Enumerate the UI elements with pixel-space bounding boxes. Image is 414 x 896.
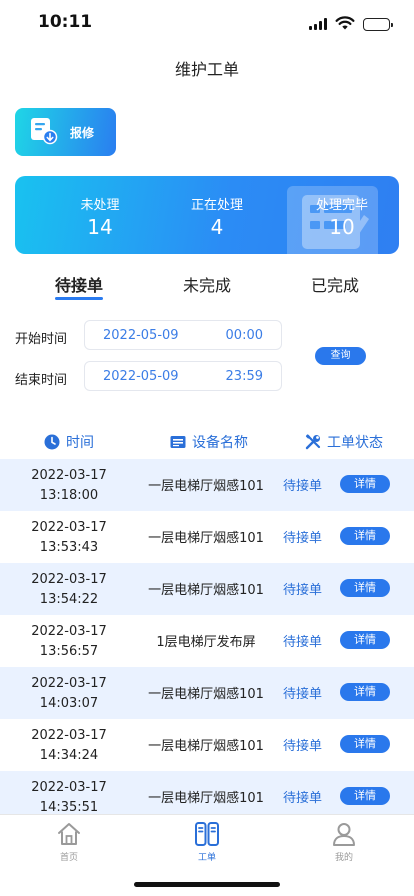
tabbar-label: 工单 — [197, 853, 216, 863]
detail-button[interactable]: 详情 — [340, 787, 390, 805]
stat-label: 处理完毕 — [315, 198, 368, 213]
detail-button[interactable]: 详情 — [340, 735, 390, 753]
stat-value: 4 — [210, 215, 224, 239]
home-icon — [58, 823, 80, 845]
end-date-value: 2022-05-09 — [103, 369, 179, 384]
row-status: 待接单 — [283, 687, 323, 702]
column-header-label: 设备名称 — [192, 435, 248, 451]
table-row: 2022-03-17 14:34:24 一层电梯厅烟感101 待接单 详情 — [0, 719, 414, 771]
tab-incomplete[interactable]: 未完成 — [183, 272, 231, 296]
repair-form-icon — [28, 115, 58, 149]
detail-button[interactable]: 详情 — [340, 527, 390, 545]
row-device-name: 一层电梯厅烟感101 — [148, 687, 264, 702]
page-title: 维护工单 — [174, 60, 239, 79]
row-datetime: 2022-03-17 14:34:24 — [31, 728, 107, 763]
tabbar-item-work-order[interactable]: 工单 — [177, 821, 237, 863]
start-datetime-picker[interactable]: 2022-05-09 00:00 — [84, 320, 282, 350]
column-header-time: 时间 — [44, 432, 94, 452]
table-row: 2022-03-17 13:53:43 一层电梯厅烟感101 待接单 详情 — [0, 511, 414, 563]
row-status: 待接单 — [283, 635, 323, 650]
signal-icon — [309, 15, 327, 34]
end-datetime-picker[interactable]: 2022-05-09 23:59 — [84, 361, 282, 391]
stat-completed[interactable]: 处理完毕 10 — [282, 194, 399, 239]
row-device-name: 1层电梯厅发布屏 — [156, 635, 256, 650]
stat-unprocessed[interactable]: 未处理 14 — [40, 194, 160, 239]
profile-icon — [333, 823, 355, 846]
detail-button[interactable]: 详情 — [340, 631, 390, 649]
active-tab-indicator — [55, 297, 103, 300]
column-header-device: 设备名称 — [170, 432, 248, 452]
status-icons — [309, 15, 393, 34]
tab-completed[interactable]: 已完成 — [311, 272, 359, 296]
device-list-icon — [170, 436, 186, 448]
column-header-label: 时间 — [66, 435, 94, 451]
table-header: 时间 设备名称 工单状态 — [0, 430, 414, 454]
table-row: 2022-03-17 13:54:22 一层电梯厅烟感101 待接单 详情 — [0, 563, 414, 615]
stat-label: 未处理 — [80, 198, 120, 213]
end-time-label: 结束时间 — [15, 373, 68, 388]
clock-icon — [44, 434, 60, 450]
detail-button[interactable]: 详情 — [340, 475, 390, 493]
row-datetime: 2022-03-17 14:03:07 — [31, 676, 107, 711]
row-status: 待接单 — [283, 583, 323, 598]
row-datetime: 2022-03-17 13:56:57 — [31, 624, 107, 659]
query-button[interactable]: 查询 — [315, 347, 366, 365]
row-status: 待接单 — [283, 791, 323, 806]
wifi-icon — [335, 15, 355, 34]
tabbar-label: 首页 — [59, 853, 78, 863]
row-datetime: 2022-03-17 13:18:00 — [31, 468, 107, 503]
end-time-value: 23:59 — [225, 369, 263, 384]
status-bar: 10:11 — [0, 0, 414, 46]
column-header-label: 工单状态 — [327, 435, 383, 451]
tabbar-item-home[interactable]: 首页 — [39, 821, 99, 863]
start-date-value: 2022-05-09 — [103, 328, 179, 343]
table-row: 2022-03-17 13:18:00 一层电梯厅烟感101 待接单 详情 — [0, 459, 414, 511]
home-indicator — [134, 882, 280, 887]
stats-card: 未处理 14 正在处理 4 处理完毕 10 — [15, 176, 399, 254]
stat-value: 14 — [87, 215, 113, 239]
row-datetime: 2022-03-17 13:53:43 — [31, 520, 107, 555]
row-device-name: 一层电梯厅烟感101 — [148, 739, 264, 754]
row-status: 待接单 — [283, 479, 323, 494]
row-datetime: 2022-03-17 13:54:22 — [31, 572, 107, 607]
work-order-icon — [195, 822, 219, 846]
row-device-name: 一层电梯厅烟感101 — [148, 791, 264, 806]
stat-value: 10 — [329, 215, 355, 239]
start-time-value: 00:00 — [225, 328, 263, 343]
row-device-name: 一层电梯厅烟感101 — [148, 583, 264, 598]
detail-button[interactable]: 详情 — [340, 579, 390, 597]
tools-icon — [305, 434, 321, 450]
start-time-label: 开始时间 — [15, 332, 68, 347]
table-row: 2022-03-17 14:03:07 一层电梯厅烟感101 待接单 详情 — [0, 667, 414, 719]
order-tabs: 待接单 未完成 已完成 — [0, 268, 414, 304]
tab-pending[interactable]: 待接单 — [55, 272, 103, 296]
status-time: 10:11 — [38, 12, 93, 32]
row-device-name: 一层电梯厅烟感101 — [148, 531, 264, 546]
stat-label: 正在处理 — [190, 198, 243, 213]
row-status: 待接单 — [283, 531, 323, 546]
row-status: 待接单 — [283, 739, 323, 754]
detail-button[interactable]: 详情 — [340, 683, 390, 701]
repair-button-label: 报修 — [70, 125, 95, 140]
tabbar-item-profile[interactable]: 我的 — [314, 821, 374, 863]
row-datetime: 2022-03-17 14:35:51 — [31, 780, 107, 815]
row-device-name: 一层电梯厅烟感101 — [148, 479, 264, 494]
tabbar-label: 我的 — [334, 853, 353, 863]
stat-processing[interactable]: 正在处理 4 — [157, 194, 277, 239]
column-header-status: 工单状态 — [305, 432, 383, 452]
battery-icon — [363, 18, 393, 31]
table-row: 2022-03-17 13:56:57 1层电梯厅发布屏 待接单 详情 — [0, 615, 414, 667]
repair-button[interactable]: 报修 — [15, 108, 116, 156]
